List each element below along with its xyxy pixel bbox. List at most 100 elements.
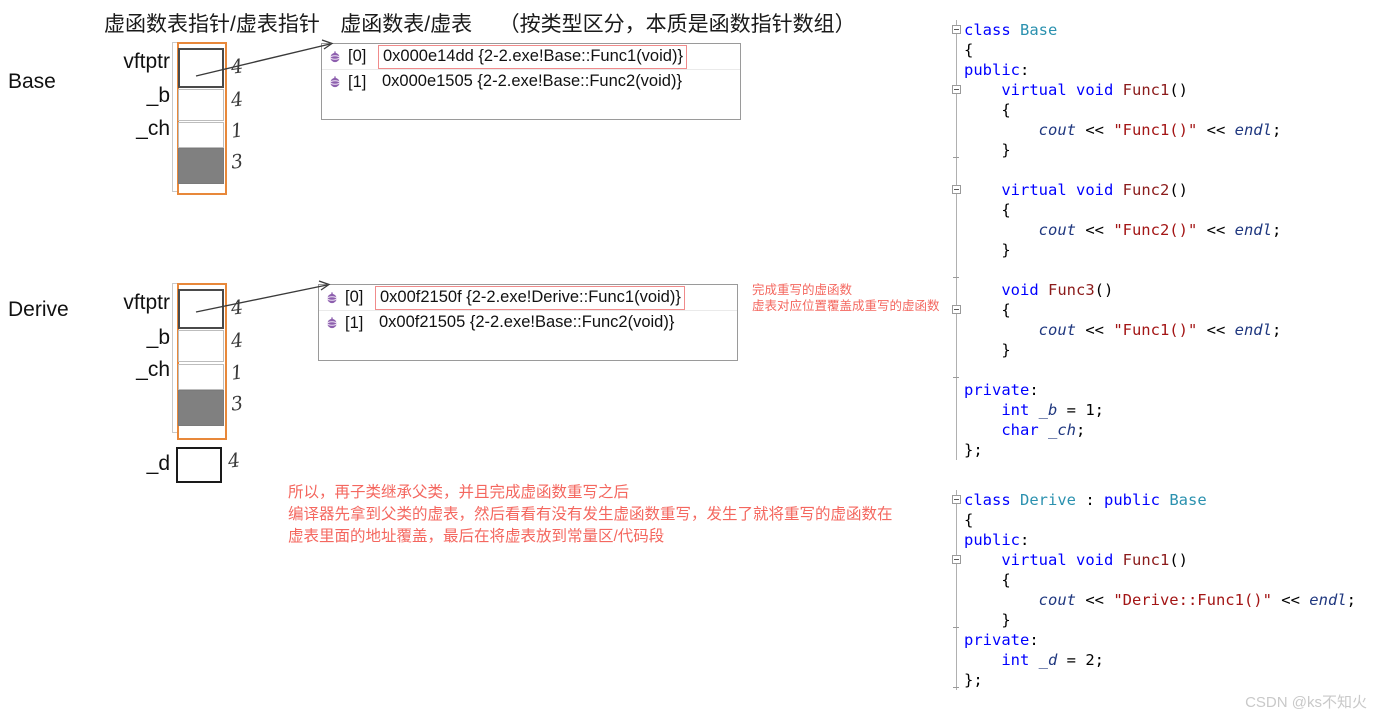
code-token: << xyxy=(1075,321,1114,339)
code-line: cout << "Derive::Func1()" << endl; xyxy=(948,590,1375,610)
derive-vtable-window[interactable]: [0] 0x00f2150f {2-2.exe!Derive::Func1(vo… xyxy=(318,284,738,361)
overwrite-note-line-1: 完成重写的虚函数 xyxy=(752,283,853,297)
code-line: virtual void Func1() xyxy=(948,550,1375,570)
code-line: { xyxy=(948,300,1375,320)
code-token: void xyxy=(1075,551,1123,569)
code-line: { xyxy=(948,570,1375,590)
code-token: << xyxy=(1075,121,1114,139)
code-token: int xyxy=(1001,401,1039,419)
code-token: } xyxy=(964,611,1011,629)
code-line: void Func3() xyxy=(948,280,1375,300)
code-fold-toggle[interactable] xyxy=(952,555,961,564)
code-token: << xyxy=(1197,221,1235,239)
summary-note-line-3: 虚表里面的地址覆盖，最后在将虚表放到常量区/代码段 xyxy=(288,528,665,545)
code-line: private: xyxy=(948,380,1375,400)
code-token: _d xyxy=(1038,651,1058,669)
code-token: public xyxy=(964,531,1020,549)
code-token: "Func1()" xyxy=(1113,121,1198,139)
code-line xyxy=(948,360,1375,380)
code-fold-toggle[interactable] xyxy=(952,85,961,94)
derive-field-label-b: _b xyxy=(146,326,170,349)
code-token: virtual xyxy=(1001,181,1076,199)
code-token: << xyxy=(1197,321,1235,339)
code-token: Func2 xyxy=(1122,181,1170,199)
code-token: = xyxy=(1057,401,1086,419)
derive-class-code[interactable]: class Derive : public Base{public: virtu… xyxy=(948,490,1375,690)
code-token: { xyxy=(964,41,974,59)
code-token: () xyxy=(1094,281,1114,299)
code-fold-toggle[interactable] xyxy=(952,25,961,34)
base-size-mark-vftptr: 4 xyxy=(229,55,245,79)
base-class-label: Base xyxy=(8,70,56,93)
title-vtable-label: 虚函数表/虚表 xyxy=(340,13,473,36)
code-token: << xyxy=(1075,591,1114,609)
code-token: }; xyxy=(964,671,983,689)
code-token: ; xyxy=(1094,651,1105,669)
table-row[interactable]: [0] 0x000e14dd {2-2.exe!Base::Func1(void… xyxy=(322,44,740,69)
code-line: cout << "Func1()" << endl; xyxy=(948,120,1375,140)
derive-cell-ch xyxy=(178,364,224,390)
code-token: ; xyxy=(1094,401,1105,419)
code-token: endl xyxy=(1234,121,1272,139)
code-fold-toggle[interactable] xyxy=(952,305,961,314)
code-token: : xyxy=(1029,631,1039,649)
base-class-code[interactable]: class Base{public: virtual void Func1() … xyxy=(948,20,1375,460)
summary-note: 所以，再子类继承父类，并且完成虚函数重写之后 编译器先拿到父类的虚表，然后看看有… xyxy=(288,482,893,548)
base-cell-padding xyxy=(178,148,224,184)
table-row[interactable]: [1] 0x000e1505 {2-2.exe!Base::Func2(void… xyxy=(322,69,740,94)
code-panel[interactable]: class Base{public: virtual void Func1() … xyxy=(948,20,1375,710)
watch-bullet-icon xyxy=(328,50,342,64)
code-token: "Derive::Func1()" xyxy=(1113,591,1272,609)
code-token: endl xyxy=(1234,221,1272,239)
code-token: virtual xyxy=(1001,81,1076,99)
derive-field-label-vftptr: vftptr xyxy=(123,291,170,314)
derive-size-mark-ch: 1 xyxy=(229,361,245,385)
vtable-entry-value: 0x000e14dd {2-2.exe!Base::Func1(void)} xyxy=(378,44,687,69)
code-line: { xyxy=(948,510,1375,530)
code-token: << xyxy=(1075,221,1114,239)
derive-size-mark-b: 4 xyxy=(229,329,245,353)
code-fold-tick xyxy=(953,377,959,378)
derive-class-label: Derive xyxy=(8,298,69,321)
code-token: = xyxy=(1057,651,1086,669)
code-token: Func3 xyxy=(1048,281,1095,299)
code-line: virtual void Func2() xyxy=(948,180,1375,200)
title-note-label: （按类型区分，本质是函数指针数组） xyxy=(498,13,856,36)
code-fold-toggle[interactable] xyxy=(952,495,961,504)
table-row[interactable]: [0] 0x00f2150f {2-2.exe!Derive::Func1(vo… xyxy=(319,285,737,310)
code-token: : xyxy=(1076,491,1104,509)
base-cell-b xyxy=(178,89,224,121)
code-line: public: xyxy=(948,60,1375,80)
code-token: ; xyxy=(1271,221,1282,239)
code-token: }; xyxy=(964,441,983,459)
derive-cell-d xyxy=(176,447,222,483)
code-token: Func1 xyxy=(1122,551,1170,569)
base-vtable-window[interactable]: [0] 0x000e14dd {2-2.exe!Base::Func1(void… xyxy=(321,43,741,120)
code-line: { xyxy=(948,100,1375,120)
code-line: class Derive : public Base xyxy=(948,490,1375,510)
title-vfptr-label: 虚函数表指针/虚表指针 xyxy=(104,13,320,36)
code-token: ; xyxy=(1271,321,1282,339)
code-token: cout xyxy=(1038,591,1076,609)
code-fold-toggle[interactable] xyxy=(952,185,961,194)
code-token: } xyxy=(964,241,1011,259)
code-token: _b xyxy=(1038,401,1058,419)
code-fold-tick xyxy=(953,157,959,158)
csdn-watermark: CSDN @ks不知火 xyxy=(1245,694,1367,711)
code-token: private xyxy=(964,631,1030,649)
code-token: Base xyxy=(1169,491,1207,509)
code-token: << xyxy=(1197,121,1235,139)
code-line: } xyxy=(948,240,1375,260)
code-token: { xyxy=(964,571,1011,589)
base-cell-vftptr xyxy=(178,48,224,88)
code-line: cout << "Func1()" << endl; xyxy=(948,320,1375,340)
code-line: } xyxy=(948,140,1375,160)
code-token: public xyxy=(964,61,1020,79)
watch-bullet-icon xyxy=(328,75,342,89)
code-line xyxy=(948,260,1375,280)
table-row[interactable]: [1] 0x00f21505 {2-2.exe!Base::Func2(void… xyxy=(319,310,737,335)
